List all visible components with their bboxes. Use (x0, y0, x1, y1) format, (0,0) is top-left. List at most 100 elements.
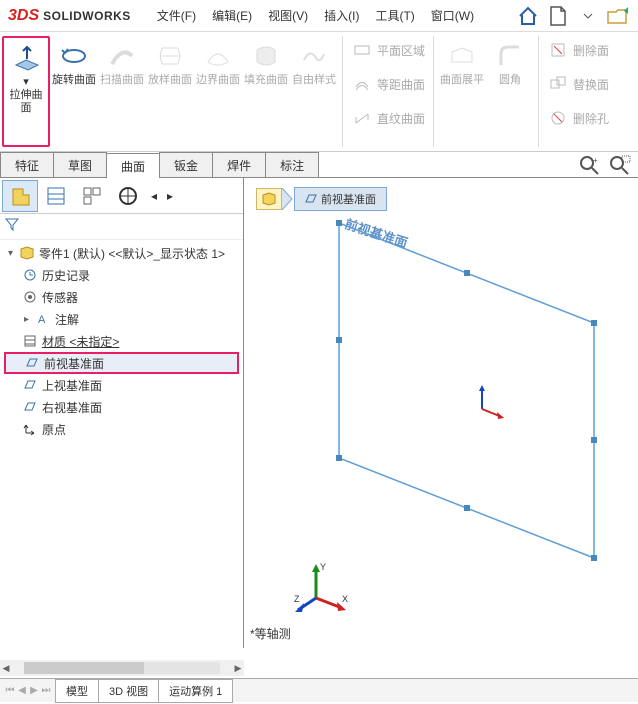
main-menu: 文件(F) 编辑(E) 视图(V) 插入(I) 工具(T) 窗口(W) (151, 3, 480, 28)
menu-edit[interactable]: 编辑(E) (206, 3, 258, 28)
fillet-icon (494, 40, 526, 72)
menu-insert[interactable]: 插入(I) (318, 3, 365, 28)
filter-row (0, 214, 243, 240)
collapse-icon[interactable]: ▾ (6, 248, 15, 259)
tab-sheetmetal[interactable]: 钣金 (159, 152, 213, 177)
freeform-button[interactable]: 自由样式 (290, 36, 338, 147)
ribbon-separator (538, 36, 539, 147)
nav-first-icon[interactable]: ⏮ (4, 685, 16, 696)
orientation-label: *等轴测 (250, 625, 291, 642)
annotations-icon: A (35, 311, 51, 327)
nav-last-icon[interactable]: ⏭ (40, 685, 52, 696)
tree-material[interactable]: 材质 <未指定> (4, 330, 239, 352)
open-icon[interactable] (606, 4, 630, 28)
menu-window[interactable]: 窗口(W) (425, 3, 480, 28)
ribbon-group-faces: 删除面 替换面 删除孔 (541, 32, 615, 151)
svg-text:Y: Y (320, 562, 326, 572)
graphics-viewport[interactable]: 前视基准面 前视基准面 Y X Z *等轴测 (244, 178, 638, 648)
ribbon-group-modify: 曲面展平 圆角 (436, 32, 536, 151)
title-bar-right (516, 4, 630, 28)
zoom-to-fit-icon[interactable]: + (578, 154, 602, 175)
ribbon: ▾ 拉伸曲面 旋转曲面 扫描曲面 放样曲面 边界曲面 填充曲面 自由样式 平 (0, 32, 638, 152)
tree-root-part[interactable]: ▾ 零件1 (默认) <<默认>_显示状态 1> (4, 242, 239, 264)
extrude-surface-icon (10, 42, 42, 74)
delete-hole-icon (547, 107, 569, 129)
panel-nav-left-icon[interactable]: ◂ (146, 180, 162, 212)
sweep-surface-icon (106, 40, 138, 72)
tab-annotate[interactable]: 标注 (265, 152, 319, 177)
replace-face-button[interactable]: 替换面 (543, 68, 613, 100)
svg-text:X: X (342, 594, 348, 604)
content-area: ◂ ▸ ▾ 零件1 (默认) <<默认>_显示状态 1> 历史记录 传感器 ▸ … (0, 178, 638, 648)
bottom-tab-model[interactable]: 模型 (55, 679, 99, 703)
nav-prev-icon[interactable]: ◀ (16, 685, 28, 696)
sweep-surface-button[interactable]: 扫描曲面 (98, 36, 146, 147)
chevron-down-icon[interactable] (576, 4, 600, 28)
panel-nav-right-icon[interactable]: ▸ (162, 180, 178, 212)
feature-manager-toolbar: ◂ ▸ (0, 178, 243, 214)
tree-history[interactable]: 历史记录 (4, 264, 239, 286)
menu-file[interactable]: 文件(F) (151, 3, 202, 28)
bottom-tab-nav: ⏮ ◀ ▶ ⏭ (0, 685, 56, 696)
dimxpert-tab-icon[interactable] (110, 180, 146, 212)
loft-surface-icon (154, 40, 186, 72)
app-title: SOLIDWORKS (43, 9, 131, 23)
delete-face-button[interactable]: 删除面 (543, 34, 613, 66)
breadcrumb-part-icon[interactable] (256, 188, 282, 210)
part-icon (19, 245, 35, 261)
property-manager-tab-icon[interactable] (38, 180, 74, 212)
tree-annotations[interactable]: ▸ A 注解 (4, 308, 239, 330)
scroll-right-icon[interactable]: ▶ (232, 663, 244, 674)
boundary-surface-button[interactable]: 边界曲面 (194, 36, 242, 147)
feature-tree-tab-icon[interactable] (2, 180, 38, 212)
bottom-tab-3dview[interactable]: 3D 视图 (98, 679, 159, 703)
bottom-tab-motion[interactable]: 运动算例 1 (158, 679, 233, 703)
scrollbar-thumb[interactable] (24, 662, 144, 674)
tab-weldments[interactable]: 焊件 (212, 152, 266, 177)
ribbon-group-surfaces: ▾ 拉伸曲面 旋转曲面 扫描曲面 放样曲面 边界曲面 填充曲面 自由样式 (0, 32, 340, 151)
tree-top-plane[interactable]: 上视基准面 (4, 374, 239, 396)
tree-right-plane[interactable]: 右视基准面 (4, 396, 239, 418)
tree-sensors[interactable]: 传感器 (4, 286, 239, 308)
planar-region-button[interactable]: 平面区域 (347, 34, 429, 66)
new-document-icon[interactable] (546, 4, 570, 28)
sidebar-scrollbar[interactable]: ◀ ▶ (0, 660, 244, 676)
tab-surfaces[interactable]: 曲面 (106, 153, 160, 178)
breadcrumb-plane[interactable]: 前视基准面 (294, 187, 387, 211)
plane-icon (305, 193, 317, 205)
filter-icon[interactable] (4, 221, 20, 235)
nav-next-icon[interactable]: ▶ (28, 685, 40, 696)
tab-features[interactable]: 特征 (0, 152, 54, 177)
freeform-icon (298, 40, 330, 72)
configuration-manager-tab-icon[interactable] (74, 180, 110, 212)
tab-sketch[interactable]: 草图 (53, 152, 107, 177)
revolve-surface-button[interactable]: 旋转曲面 (50, 36, 98, 147)
planar-region-icon (351, 39, 373, 61)
svg-text:+: + (593, 156, 598, 165)
extrude-surface-button[interactable]: ▾ 拉伸曲面 (2, 36, 50, 147)
ruled-surface-button[interactable]: 直纹曲面 (347, 102, 429, 134)
expand-icon[interactable]: ▸ (22, 314, 31, 325)
zoom-area-icon[interactable] (608, 154, 632, 175)
delete-hole-button[interactable]: 删除孔 (543, 102, 613, 134)
home-icon[interactable] (516, 4, 540, 28)
tree-origin[interactable]: 原点 (4, 418, 239, 440)
scroll-left-icon[interactable]: ◀ (0, 663, 12, 674)
view-triad-icon[interactable]: Y X Z (294, 558, 354, 618)
tree-front-plane[interactable]: 前视基准面 (4, 352, 239, 374)
loft-surface-button[interactable]: 放样曲面 (146, 36, 194, 147)
flatten-surface-icon (446, 40, 478, 72)
boundary-surface-icon (202, 40, 234, 72)
svg-text:A: A (38, 314, 46, 326)
menu-tools[interactable]: 工具(T) (369, 3, 420, 28)
app-logo: 3DS SOLIDWORKS (8, 7, 131, 25)
breadcrumb-arrow-icon (282, 188, 294, 210)
plane-icon (22, 399, 38, 415)
offset-surface-button[interactable]: 等距曲面 (347, 68, 429, 100)
menu-view[interactable]: 视图(V) (262, 3, 314, 28)
fillet-button[interactable]: 圆角 (486, 36, 534, 147)
fill-surface-button[interactable]: 填充曲面 (242, 36, 290, 147)
replace-face-icon (547, 73, 569, 95)
flatten-surface-button[interactable]: 曲面展平 (438, 36, 486, 147)
fill-surface-icon (250, 40, 282, 72)
